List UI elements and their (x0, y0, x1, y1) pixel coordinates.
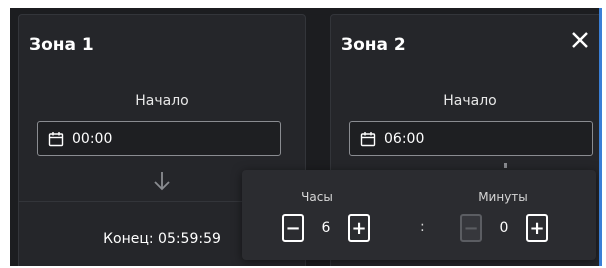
minutes-decrement-button[interactable]: − (460, 214, 482, 242)
start-label: Начало (135, 93, 189, 109)
close-icon (572, 32, 588, 48)
start-time-input[interactable]: 00:00 (37, 121, 281, 156)
minutes-label: Минуты (478, 190, 528, 204)
time-separator: : (420, 219, 425, 235)
minutes-increment-button[interactable]: + (526, 214, 548, 242)
zone-title: Зона 2 (341, 35, 406, 55)
start-time-value: 06:00 (384, 130, 425, 147)
hours-label: Часы (301, 190, 333, 204)
app-window: Зона 1 Начало 00:00 Конец: 05:59:59 Зона… (10, 8, 602, 266)
calendar-icon (360, 131, 376, 147)
start-label: Начало (443, 93, 497, 109)
calendar-icon (48, 131, 64, 147)
close-button[interactable] (569, 29, 591, 51)
arrow-down-icon (153, 171, 171, 191)
zone-title: Зона 1 (29, 35, 94, 55)
start-time-value: 00:00 (72, 130, 113, 147)
hours-increment-button[interactable]: + (348, 214, 370, 242)
hours-decrement-button[interactable]: − (282, 214, 304, 242)
start-time-input[interactable]: 06:00 (349, 121, 593, 156)
hours-value[interactable]: 6 (304, 214, 348, 242)
minutes-value[interactable]: 0 (482, 214, 526, 242)
time-picker-popover: Часы Минуты − 6 + : − 0 + (242, 170, 596, 260)
minutes-stepper: − 0 + (460, 214, 548, 242)
arrow-stub-icon (504, 163, 507, 168)
hours-stepper: − 6 + (282, 214, 370, 242)
